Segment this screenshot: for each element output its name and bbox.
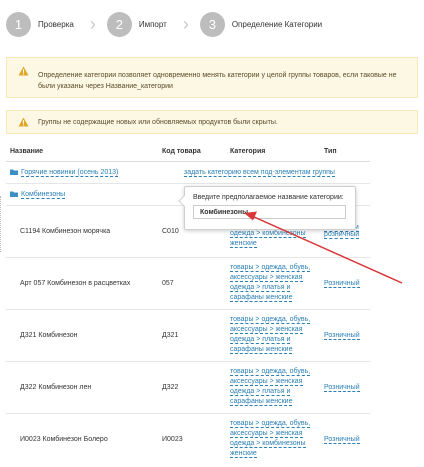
step-3: 3 Определение Категории: [199, 11, 323, 37]
step-2: 2 Импорт: [106, 11, 167, 37]
hidden-groups-text: Группы не содержащие новых или обновляем…: [38, 119, 278, 126]
product-code: Д321: [158, 308, 226, 361]
category-line[interactable]: товары > одежда, обувь,: [230, 316, 311, 324]
product-type-link[interactable]: Розничный: [324, 435, 360, 444]
table-header-row: Название Код товара Категория Тип: [6, 143, 370, 162]
product-name: Д322 Комбинезон лен: [6, 360, 158, 413]
product-category[interactable]: товары > одежда, обувь, аксессуары > жен…: [226, 412, 320, 465]
header-code[interactable]: Код товара: [158, 143, 226, 162]
tree-guide-line: [0, 196, 1, 252]
step-1-label: Проверка: [38, 19, 74, 29]
warning-icon: [18, 117, 29, 127]
category-line[interactable]: одежда > комбинезоны: [230, 440, 306, 449]
product-category[interactable]: товары > одежда, обувь, аксессуары > жен…: [226, 308, 320, 361]
product-code: И0023: [158, 412, 226, 465]
table-row: Арт 057 Комбинезон в расцветках 057 това…: [6, 256, 370, 309]
header-name[interactable]: Название: [6, 143, 158, 162]
product-type-link[interactable]: Розничный: [324, 279, 360, 288]
category-line[interactable]: аксессуары > женская: [230, 378, 303, 386]
category-line[interactable]: аксессуары > женская: [230, 430, 303, 439]
header-category[interactable]: Категория: [226, 143, 320, 162]
product-type-link[interactable]: Розничный: [324, 331, 360, 340]
group-link-overalls[interactable]: Комбинезоны: [21, 190, 66, 199]
product-code: Д322: [158, 360, 226, 413]
category-name-input[interactable]: [193, 205, 346, 219]
category-line[interactable]: аксессуары > женская: [230, 326, 303, 334]
product-name: И0023 Комбинезон Болеро: [6, 412, 158, 465]
table-row: Д322 Комбинезон лен Д322 товары > одежда…: [6, 360, 370, 413]
category-line[interactable]: женские: [230, 450, 257, 459]
category-info-alert: Определение категории позволяет одноврем…: [6, 57, 418, 98]
group-name-cell: Комбинезоны: [6, 182, 158, 205]
table-row: Д321 Комбинезон Д321 товары > одежда, об…: [6, 308, 370, 361]
folder-icon: [10, 191, 18, 197]
step-2-label: Импорт: [138, 19, 167, 29]
product-type: Розничный: [320, 256, 370, 309]
step-3-number: 3: [199, 11, 225, 37]
step-1-number: 1: [6, 11, 31, 37]
category-line[interactable]: одежда > платья и: [230, 388, 291, 396]
product-type-link[interactable]: Розничный: [324, 383, 360, 392]
category-line[interactable]: товары > одежда, обувь,: [230, 420, 311, 429]
product-type: Розничный: [320, 360, 370, 413]
step-2-number: 2: [106, 11, 132, 37]
product-name: C1194 Комбинезон морячка: [6, 204, 158, 257]
category-line[interactable]: сарафаны женские: [230, 398, 293, 406]
product-category[interactable]: товары > одежда, обувь, аксессуары > жен…: [226, 360, 320, 413]
category-line[interactable]: одежда > платья и: [230, 336, 291, 344]
import-stepper: 1 Проверка › 2 Импорт › 3 Определение Ка…: [6, 10, 322, 38]
product-name: Арт 057 Комбинезон в расцветках: [6, 256, 158, 309]
product-type: Розничный: [320, 412, 370, 465]
group-link-hot-new[interactable]: Горячие новинки (осень 2013): [21, 168, 119, 177]
category-line[interactable]: аксессуары > женская: [230, 274, 303, 282]
category-line[interactable]: одежда > платья и: [230, 284, 291, 292]
group-row: Горячие новинки (осень 2013) задать кате…: [6, 160, 370, 183]
hidden-groups-alert: Группы не содержащие новых или обновляем…: [6, 110, 418, 134]
category-line[interactable]: товары > одежда, обувь,: [230, 264, 311, 272]
product-category[interactable]: товары > одежда, обувь, аксессуары > жен…: [226, 256, 320, 309]
chevron-right-icon: ›: [182, 14, 189, 34]
chevron-right-icon: ›: [89, 14, 96, 34]
step-1: 1 Проверка: [6, 11, 74, 37]
group-action-cell: задать категорию всем под-элементам груп…: [158, 160, 370, 183]
category-line[interactable]: женские: [230, 240, 257, 248]
popover-title: Введите предполагаемое название категори…: [193, 194, 344, 201]
product-name: Д321 Комбинезон: [6, 308, 158, 361]
header-type[interactable]: Тип: [320, 143, 370, 162]
set-category-all-link[interactable]: задать категорию всем под-элементам груп…: [184, 168, 335, 177]
category-line[interactable]: товары > одежда, обувь,: [230, 368, 311, 376]
product-code: 057: [158, 256, 226, 309]
product-type: Розничный: [320, 308, 370, 361]
category-line[interactable]: сарафаны женские: [230, 294, 293, 302]
folder-icon: [10, 169, 18, 175]
step-3-label: Определение Категории: [231, 19, 323, 29]
table-row: И0023 Комбинезон Болеро И0023 товары > о…: [6, 412, 370, 465]
warning-icon: [18, 66, 29, 76]
group-name-cell: Горячие новинки (осень 2013): [6, 160, 158, 183]
category-line[interactable]: одежда > комбинезоны: [230, 230, 306, 238]
category-name-popover: Введите предполагаемое название категори…: [178, 186, 356, 230]
category-line[interactable]: сарафаны женские: [230, 346, 293, 354]
category-info-text: Определение категории позволяет одноврем…: [38, 72, 397, 90]
